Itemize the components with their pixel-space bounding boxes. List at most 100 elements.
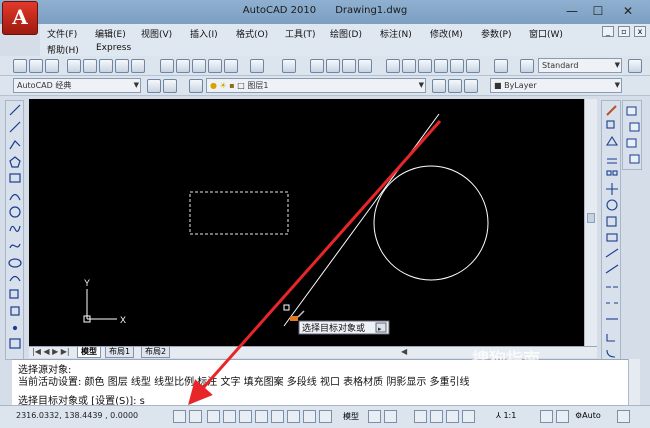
- menu-tools[interactable]: 工具(T): [285, 27, 316, 40]
- 3d-dwf-icon[interactable]: [115, 59, 129, 73]
- menu-draw[interactable]: 绘图(D): [330, 27, 362, 40]
- workspace-switching[interactable]: ⚙Auto: [575, 411, 601, 420]
- zoom-realtime-icon[interactable]: [326, 59, 340, 73]
- trim-icon: [605, 248, 619, 258]
- close-button[interactable]: ✕: [618, 2, 638, 20]
- design-publish-icon[interactable]: [131, 59, 145, 73]
- annotation-scale[interactable]: ⅄ 1:1: [496, 411, 516, 420]
- polar-toggle-icon[interactable]: [223, 410, 236, 423]
- design-center-icon[interactable]: [402, 59, 416, 73]
- status-bar: 2316.0332, 138.4439 , 0.0000 模型 ⅄ 1:1 ⚙A…: [0, 405, 650, 428]
- ducs-toggle-icon[interactable]: [287, 410, 300, 423]
- circle-object[interactable]: [373, 165, 489, 281]
- zoom-status-icon[interactable]: [430, 410, 443, 423]
- menu-modify[interactable]: 修改(M): [430, 27, 463, 40]
- 3d-osnap-toggle-icon[interactable]: [255, 410, 268, 423]
- dyn-toggle-icon[interactable]: [303, 410, 316, 423]
- markup-icon[interactable]: [450, 59, 464, 73]
- lineweight-toggle-icon[interactable]: [319, 410, 332, 423]
- drawing-canvas[interactable]: Y X 选择目标对象或 ▸: [29, 99, 597, 346]
- selected-rectangle[interactable]: [189, 191, 289, 235]
- match-properties-icon[interactable]: [208, 59, 222, 73]
- clean-screen-icon[interactable]: [617, 410, 630, 423]
- redo-icon[interactable]: [282, 59, 296, 73]
- menu-edit[interactable]: 编辑(E): [95, 27, 126, 40]
- workspace-save-icon[interactable]: [163, 79, 177, 93]
- hscroll-left-arrow[interactable]: ◀: [401, 347, 407, 356]
- menu-parameters[interactable]: 参数(P): [481, 27, 511, 40]
- text-style-select[interactable]: Standard ▼: [538, 58, 622, 73]
- copy-icon[interactable]: [176, 59, 190, 73]
- make-current-layer-icon[interactable]: [432, 79, 446, 93]
- quickcalc-icon[interactable]: [466, 59, 480, 73]
- menu-help[interactable]: 帮助(H): [47, 43, 79, 56]
- save-icon[interactable]: [45, 59, 59, 73]
- scroll-thumb[interactable]: [587, 213, 595, 223]
- tab-nav-arrows[interactable]: |◀ ◀ ▶ ▶|: [32, 347, 70, 356]
- properties-icon[interactable]: [386, 59, 400, 73]
- snap-toggle-icon[interactable]: [173, 410, 186, 423]
- doc-minimize-button[interactable]: _: [602, 26, 614, 37]
- paste-icon[interactable]: [192, 59, 206, 73]
- otrack-toggle-icon[interactable]: [271, 410, 284, 423]
- command-scrollbar[interactable]: [628, 359, 640, 405]
- undo-icon[interactable]: [250, 59, 264, 73]
- workspace-select[interactable]: AutoCAD 经典 ▼: [13, 78, 141, 93]
- pan-status-icon[interactable]: [414, 410, 427, 423]
- command-window[interactable]: 选择源对象: 当前活动设置: 颜色 图层 线型 线型比例 标注 文字 填充图案 …: [12, 359, 636, 405]
- menu-format[interactable]: 格式(O): [236, 27, 268, 40]
- open-icon[interactable]: [29, 59, 43, 73]
- quick-view-layouts-icon[interactable]: [368, 410, 381, 423]
- plot-preview-icon[interactable]: [83, 59, 97, 73]
- showmotion-icon[interactable]: [462, 410, 475, 423]
- color-select[interactable]: ■ ByLayer ▼: [490, 78, 622, 93]
- workspace-settings-icon[interactable]: [147, 79, 161, 93]
- help-icon[interactable]: [494, 59, 508, 73]
- grid-toggle-icon[interactable]: [189, 410, 202, 423]
- menu-file[interactable]: 文件(F): [47, 27, 77, 40]
- layer-select[interactable]: ● ☀ ▪ □ 图层1 ▼: [206, 78, 426, 93]
- tab-layout1[interactable]: 布局1: [105, 347, 135, 358]
- quick-view-drawings-icon[interactable]: [384, 410, 397, 423]
- doc-restore-button[interactable]: ▫: [618, 26, 630, 37]
- plot-icon[interactable]: [67, 59, 81, 73]
- autocad-window: AutoCAD 2010 Drawing1.dwg — ☐ ✕ A 文件(F) …: [0, 0, 650, 428]
- pan-icon[interactable]: [310, 59, 324, 73]
- qnew-icon[interactable]: [13, 59, 27, 73]
- line-object[interactable]: [283, 113, 440, 327]
- steering-wheel-icon[interactable]: [446, 410, 459, 423]
- layer-state-icon[interactable]: [464, 79, 478, 93]
- maximize-button[interactable]: ☐: [588, 2, 608, 20]
- command-prompt[interactable]: 选择目标对象或 [设置(S)]: s: [18, 392, 145, 405]
- cut-icon[interactable]: [160, 59, 174, 73]
- layer-previous-icon[interactable]: [448, 79, 462, 93]
- tab-model[interactable]: 模型: [77, 347, 101, 358]
- model-button[interactable]: 模型: [343, 411, 359, 422]
- doc-close-button[interactable]: x: [634, 26, 646, 37]
- vertical-scrollbar[interactable]: [584, 99, 597, 357]
- menu-insert[interactable]: 插入(I): [190, 27, 218, 40]
- drawing-svg[interactable]: Y X 选择目标对象或 ▸: [29, 99, 597, 346]
- layer-manager-icon[interactable]: [189, 79, 203, 93]
- layers-toolbar: AutoCAD 经典 ▼ ● ☀ ▪ □ 图层1 ▼ ■ ByLayer ▼: [0, 76, 650, 96]
- auto-scale-icon[interactable]: [556, 410, 569, 423]
- tab-layout2[interactable]: 布局2: [141, 347, 171, 358]
- osnap-toggle-icon[interactable]: [239, 410, 252, 423]
- menu-dimension[interactable]: 标注(N): [380, 27, 412, 40]
- block-editor-icon[interactable]: [224, 59, 238, 73]
- minimize-button[interactable]: —: [562, 2, 582, 20]
- sheet-set-icon[interactable]: [434, 59, 448, 73]
- scale-icon: [606, 216, 617, 227]
- menu-view[interactable]: 视图(V): [141, 27, 172, 40]
- dim-style-icon[interactable]: [628, 59, 642, 73]
- publish-icon[interactable]: [99, 59, 113, 73]
- zoom-window-icon[interactable]: [342, 59, 356, 73]
- coordinate-display[interactable]: 2316.0332, 138.4439 , 0.0000: [16, 411, 138, 420]
- ortho-toggle-icon[interactable]: [207, 410, 220, 423]
- zoom-previous-icon[interactable]: [358, 59, 372, 73]
- menu-express[interactable]: Express: [96, 43, 131, 53]
- annotation-visibility-icon[interactable]: [540, 410, 553, 423]
- application-menu-button[interactable]: A: [2, 1, 38, 35]
- tool-palettes-icon[interactable]: [418, 59, 432, 73]
- menu-window[interactable]: 窗口(W): [529, 27, 563, 40]
